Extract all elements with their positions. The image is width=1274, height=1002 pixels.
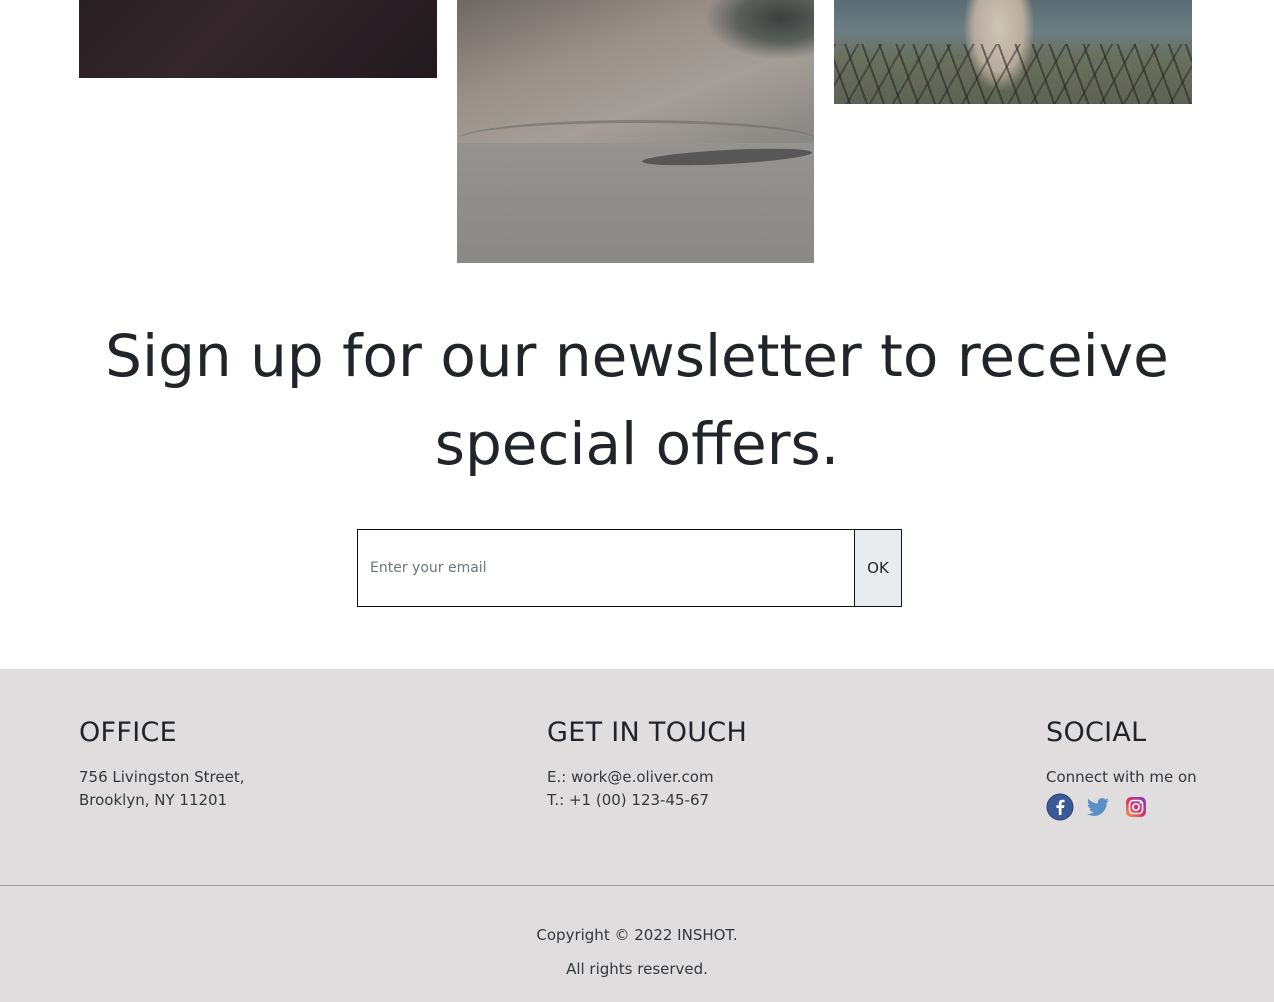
social-heading: SOCIAL	[1046, 717, 1147, 748]
social-icons	[1046, 793, 1197, 821]
contact-heading: GET IN TOUCH	[547, 717, 748, 748]
twitter-icon[interactable]	[1084, 793, 1112, 821]
contact-email[interactable]: E.: work@e.oliver.com	[547, 766, 747, 789]
newsletter-title: Sign up for our newsletter to receive sp…	[105, 322, 1169, 478]
footer: OFFICE 756 Livingston Street, Brooklyn, …	[0, 669, 1274, 1002]
footer-social: SOCIAL Connect with me on	[1046, 717, 1197, 821]
gallery-image-skateboard	[457, 0, 814, 263]
email-input[interactable]	[358, 530, 855, 606]
gallery-image-dark	[79, 0, 437, 78]
ok-button[interactable]: OK	[855, 530, 901, 606]
footer-divider	[0, 885, 1274, 886]
office-address-line2: Brooklyn, NY 11201	[79, 791, 228, 809]
contact-phone[interactable]: T.: +1 (00) 123-45-67	[547, 789, 747, 812]
newsletter-form: OK	[357, 529, 902, 607]
social-subtext: Connect with me on	[1046, 768, 1197, 786]
footer-office: OFFICE 756 Livingston Street, Brooklyn, …	[79, 717, 245, 812]
rights-text: All rights reserved.	[566, 960, 708, 978]
copyright-text: Copyright © 2022 INSHOT.	[536, 926, 738, 944]
office-heading: OFFICE	[79, 717, 177, 748]
instagram-icon[interactable]	[1122, 793, 1150, 821]
footer-contact: GET IN TOUCH E.: work@e.oliver.com T.: +…	[547, 717, 747, 812]
gallery-image-horse	[834, 0, 1192, 104]
office-address-line1: 756 Livingston Street,	[79, 768, 245, 786]
facebook-icon[interactable]	[1046, 793, 1074, 821]
